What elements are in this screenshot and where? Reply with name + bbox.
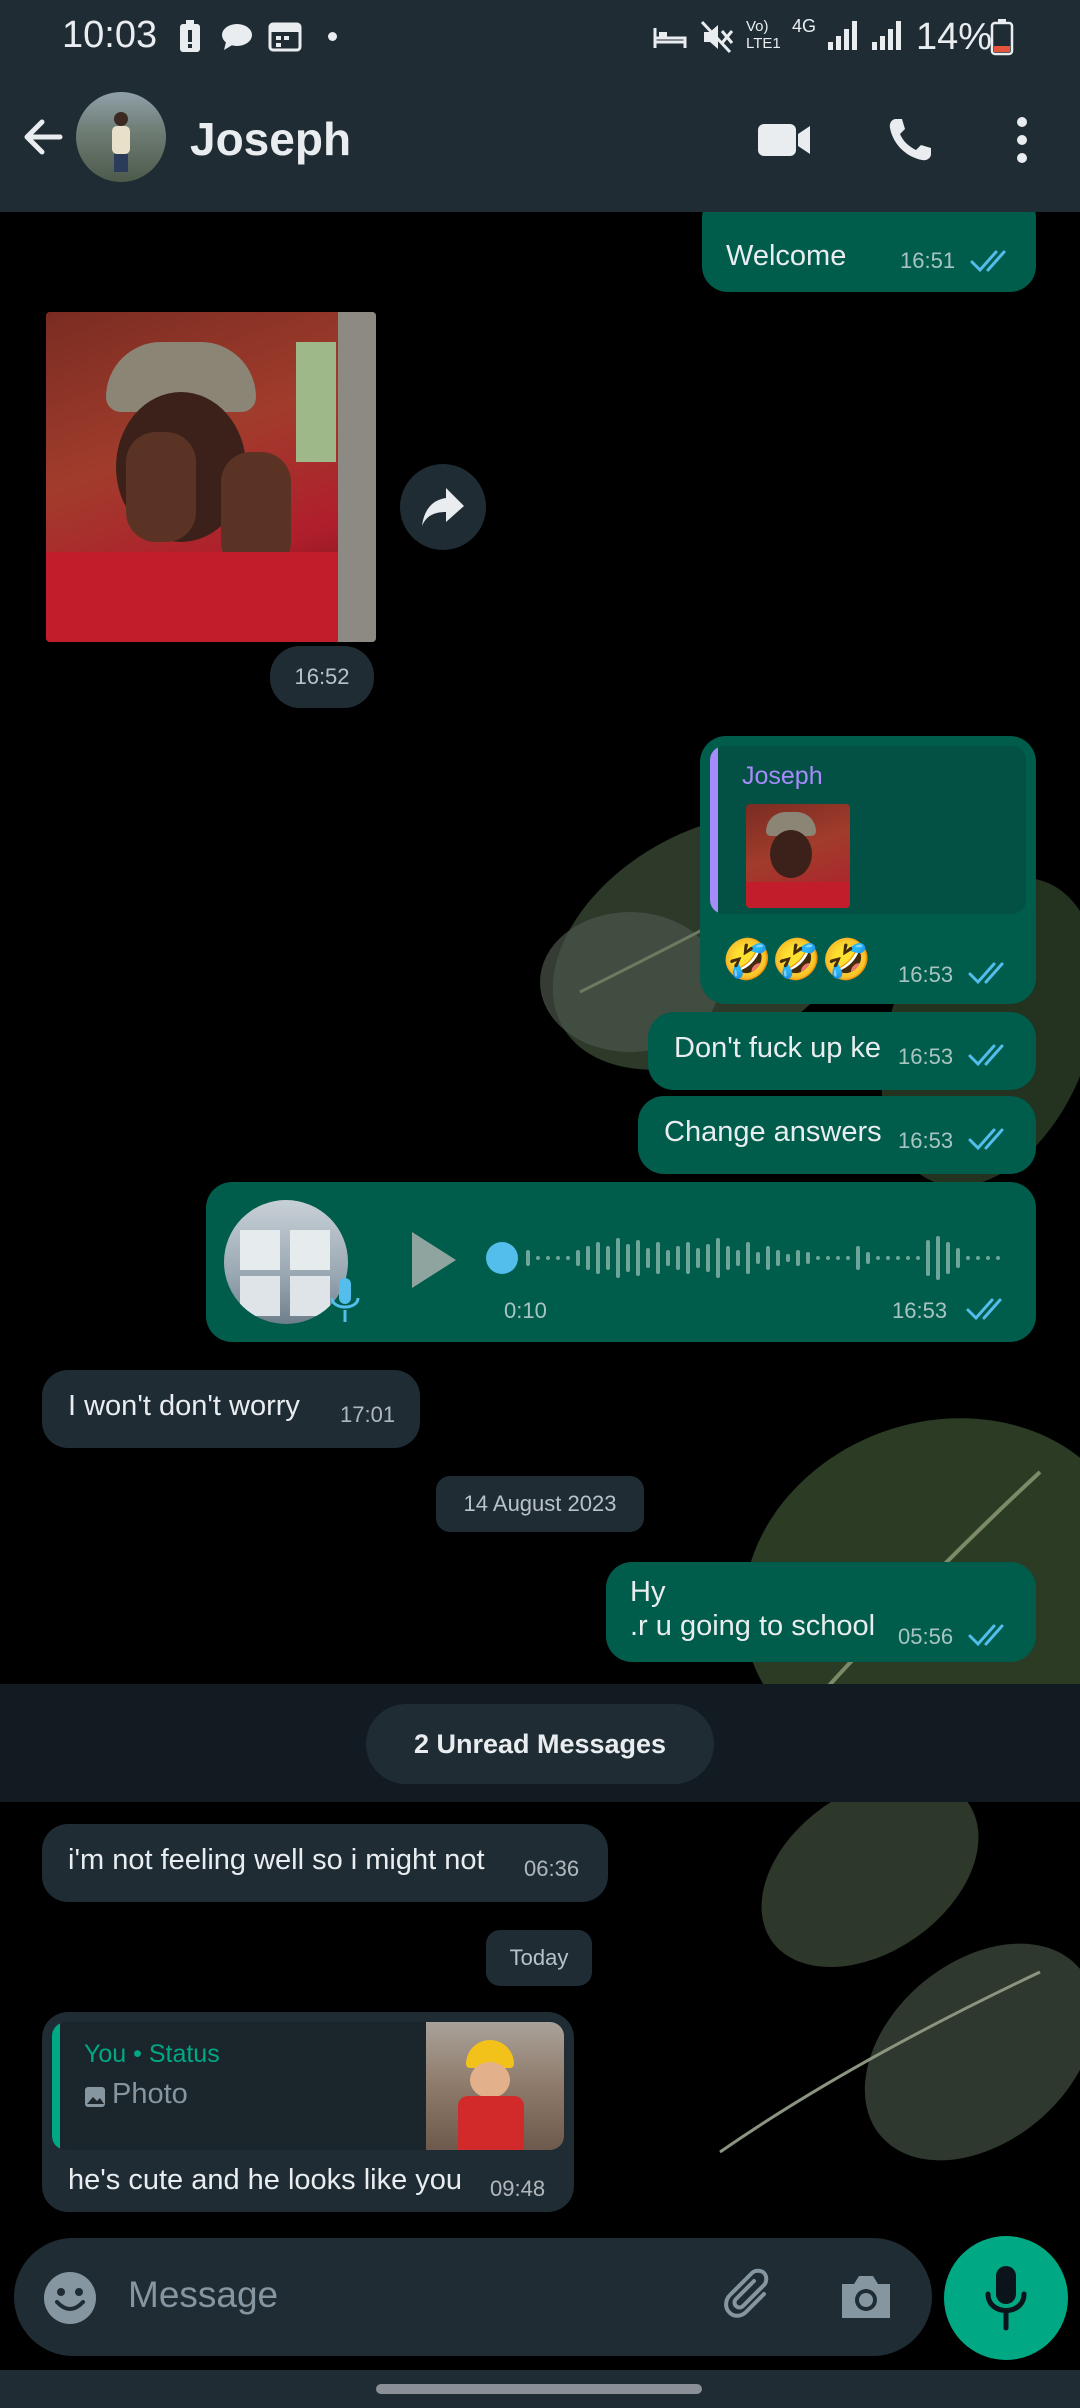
photo-icon bbox=[85, 2087, 105, 2107]
message-time: 16:52 bbox=[294, 664, 350, 689]
message-text: 🤣🤣🤣 bbox=[722, 938, 872, 982]
forward-icon bbox=[422, 488, 464, 526]
message-time: 16:53 bbox=[898, 1044, 954, 1069]
read-ticks-icon bbox=[968, 1624, 1004, 1647]
message-time: 16:51 bbox=[900, 248, 956, 273]
camera-icon[interactable] bbox=[838, 2272, 894, 2322]
play-icon[interactable] bbox=[402, 1228, 462, 1292]
network-type: 4G bbox=[792, 16, 817, 36]
gesture-nav-bar bbox=[0, 2370, 1080, 2408]
forward-button[interactable] bbox=[400, 464, 486, 550]
home-indicator[interactable] bbox=[376, 2384, 702, 2394]
unread-banner-strip: 2 Unread Messages bbox=[0, 1684, 1080, 1802]
reply-message-outgoing[interactable]: Joseph 🤣🤣🤣 16:53 bbox=[700, 736, 1036, 1004]
voice-call-icon[interactable] bbox=[886, 116, 934, 164]
photo-shirt bbox=[46, 552, 338, 642]
voice-message-outgoing[interactable]: 0:10 16:53 bbox=[206, 1182, 1036, 1342]
voice-duration: 0:10 bbox=[504, 1298, 547, 1323]
message-time: 05:56 bbox=[898, 1624, 954, 1649]
emoji-icon[interactable] bbox=[42, 2270, 98, 2326]
message-time: 16:53 bbox=[898, 1128, 954, 1153]
chat-notification-icon bbox=[222, 24, 252, 50]
sleep-mode-icon bbox=[653, 28, 687, 48]
message-time: 16:53 bbox=[892, 1298, 948, 1323]
quoted-sender: Joseph bbox=[742, 762, 823, 790]
message-time: 06:36 bbox=[524, 1856, 580, 1881]
battery-icon bbox=[990, 19, 1014, 56]
mute-icon bbox=[700, 20, 734, 54]
more-options-icon[interactable] bbox=[1012, 114, 1032, 166]
message-text: Welcome bbox=[726, 240, 847, 272]
message-bubble-outgoing[interactable]: Hy .r u going to school 05:56 bbox=[606, 1562, 1036, 1662]
quoted-photo-thumb bbox=[746, 804, 850, 908]
read-ticks-icon bbox=[968, 1044, 1004, 1067]
voice-record-button[interactable] bbox=[944, 2236, 1068, 2360]
status-accent-bar bbox=[52, 2022, 60, 2150]
status-time: 10:03 bbox=[62, 14, 158, 56]
message-time: 09:48 bbox=[490, 2176, 546, 2201]
calendar-icon bbox=[268, 22, 302, 52]
message-input-container[interactable]: Message bbox=[14, 2238, 932, 2356]
attach-icon[interactable] bbox=[722, 2268, 780, 2326]
date-label: Today bbox=[509, 1945, 569, 1970]
date-label: 14 August 2023 bbox=[463, 1491, 617, 1516]
microphone-icon bbox=[985, 2266, 1027, 2331]
unread-count-label: 2 Unread Messages bbox=[413, 1729, 667, 1759]
unread-messages-pill: 2 Unread Messages bbox=[366, 1704, 714, 1784]
message-time: 16:53 bbox=[898, 962, 954, 987]
message-bubble-outgoing[interactable]: Don't fuck up ke 16:53 bbox=[648, 1012, 1036, 1090]
photo-wall bbox=[338, 312, 376, 642]
date-divider: Today bbox=[486, 1930, 592, 1986]
contact-name[interactable]: Joseph bbox=[190, 112, 351, 166]
notification-dot bbox=[328, 32, 337, 41]
status-kind: Photo bbox=[112, 2078, 188, 2110]
message-text-line2: .r u going to school bbox=[630, 1610, 876, 1642]
message-text: I won't don't worry bbox=[68, 1390, 300, 1422]
waveform[interactable] bbox=[524, 1232, 1014, 1284]
video-call-icon[interactable] bbox=[756, 120, 814, 160]
message-bubble-incoming[interactable]: I won't don't worry 17:01 bbox=[42, 1370, 420, 1448]
message-bubble-outgoing[interactable]: Welcome 16:51 bbox=[702, 212, 1036, 292]
message-bubble-incoming[interactable]: i'm not feeling well so i might not 06:3… bbox=[42, 1824, 608, 1902]
message-time: 17:01 bbox=[340, 1402, 396, 1427]
status-photo-thumb bbox=[426, 2022, 564, 2150]
quote-accent-bar bbox=[710, 746, 718, 914]
read-ticks-icon bbox=[968, 962, 1004, 985]
contact-avatar[interactable] bbox=[76, 92, 166, 182]
battery-alert-icon bbox=[180, 20, 200, 52]
date-divider: 14 August 2023 bbox=[436, 1476, 644, 1532]
playback-thumb[interactable] bbox=[486, 1242, 518, 1274]
message-text: i'm not feeling well so i might not bbox=[68, 1844, 485, 1876]
battery-percent: 14% bbox=[916, 16, 993, 58]
message-text-line1: Hy bbox=[630, 1576, 666, 1608]
message-text: Don't fuck up ke bbox=[674, 1032, 882, 1064]
signal-icon bbox=[828, 21, 857, 50]
back-arrow-icon[interactable] bbox=[20, 114, 66, 160]
status-source: You • Status bbox=[84, 2040, 220, 2068]
volte-indicator: Vo) LTE1 bbox=[746, 18, 781, 52]
photo-window bbox=[296, 342, 336, 462]
message-input[interactable]: Message bbox=[128, 2274, 278, 2316]
photo-time-badge: 16:52 bbox=[270, 646, 374, 708]
message-text: he's cute and he looks like you bbox=[68, 2164, 463, 2196]
message-text: Change answers bbox=[664, 1116, 882, 1148]
status-reply-incoming[interactable]: You • Status Photo he's cute and he look… bbox=[42, 2012, 574, 2212]
status-bar: 10:03 Vo) LTE1 4G 14% bbox=[0, 0, 1080, 72]
read-ticks-icon bbox=[970, 250, 1006, 273]
photo-thumb-left bbox=[126, 432, 196, 542]
signal-icon-2 bbox=[872, 21, 901, 50]
read-ticks-icon bbox=[966, 1298, 1002, 1321]
quoted-status[interactable]: You • Status Photo bbox=[52, 2022, 564, 2150]
quoted-message[interactable]: Joseph bbox=[710, 746, 1026, 914]
mic-badge-icon bbox=[330, 1278, 360, 1322]
composer-bar: Message bbox=[0, 2232, 1080, 2408]
chat-area[interactable]: Welcome 16:51 16:52 Joseph 🤣🤣🤣 16:53 Don… bbox=[0, 212, 1080, 2232]
chat-header: Joseph bbox=[0, 72, 1080, 212]
read-ticks-icon bbox=[968, 1128, 1004, 1151]
photo-message-incoming[interactable] bbox=[46, 312, 376, 642]
message-bubble-outgoing[interactable]: Change answers 16:53 bbox=[638, 1096, 1036, 1174]
